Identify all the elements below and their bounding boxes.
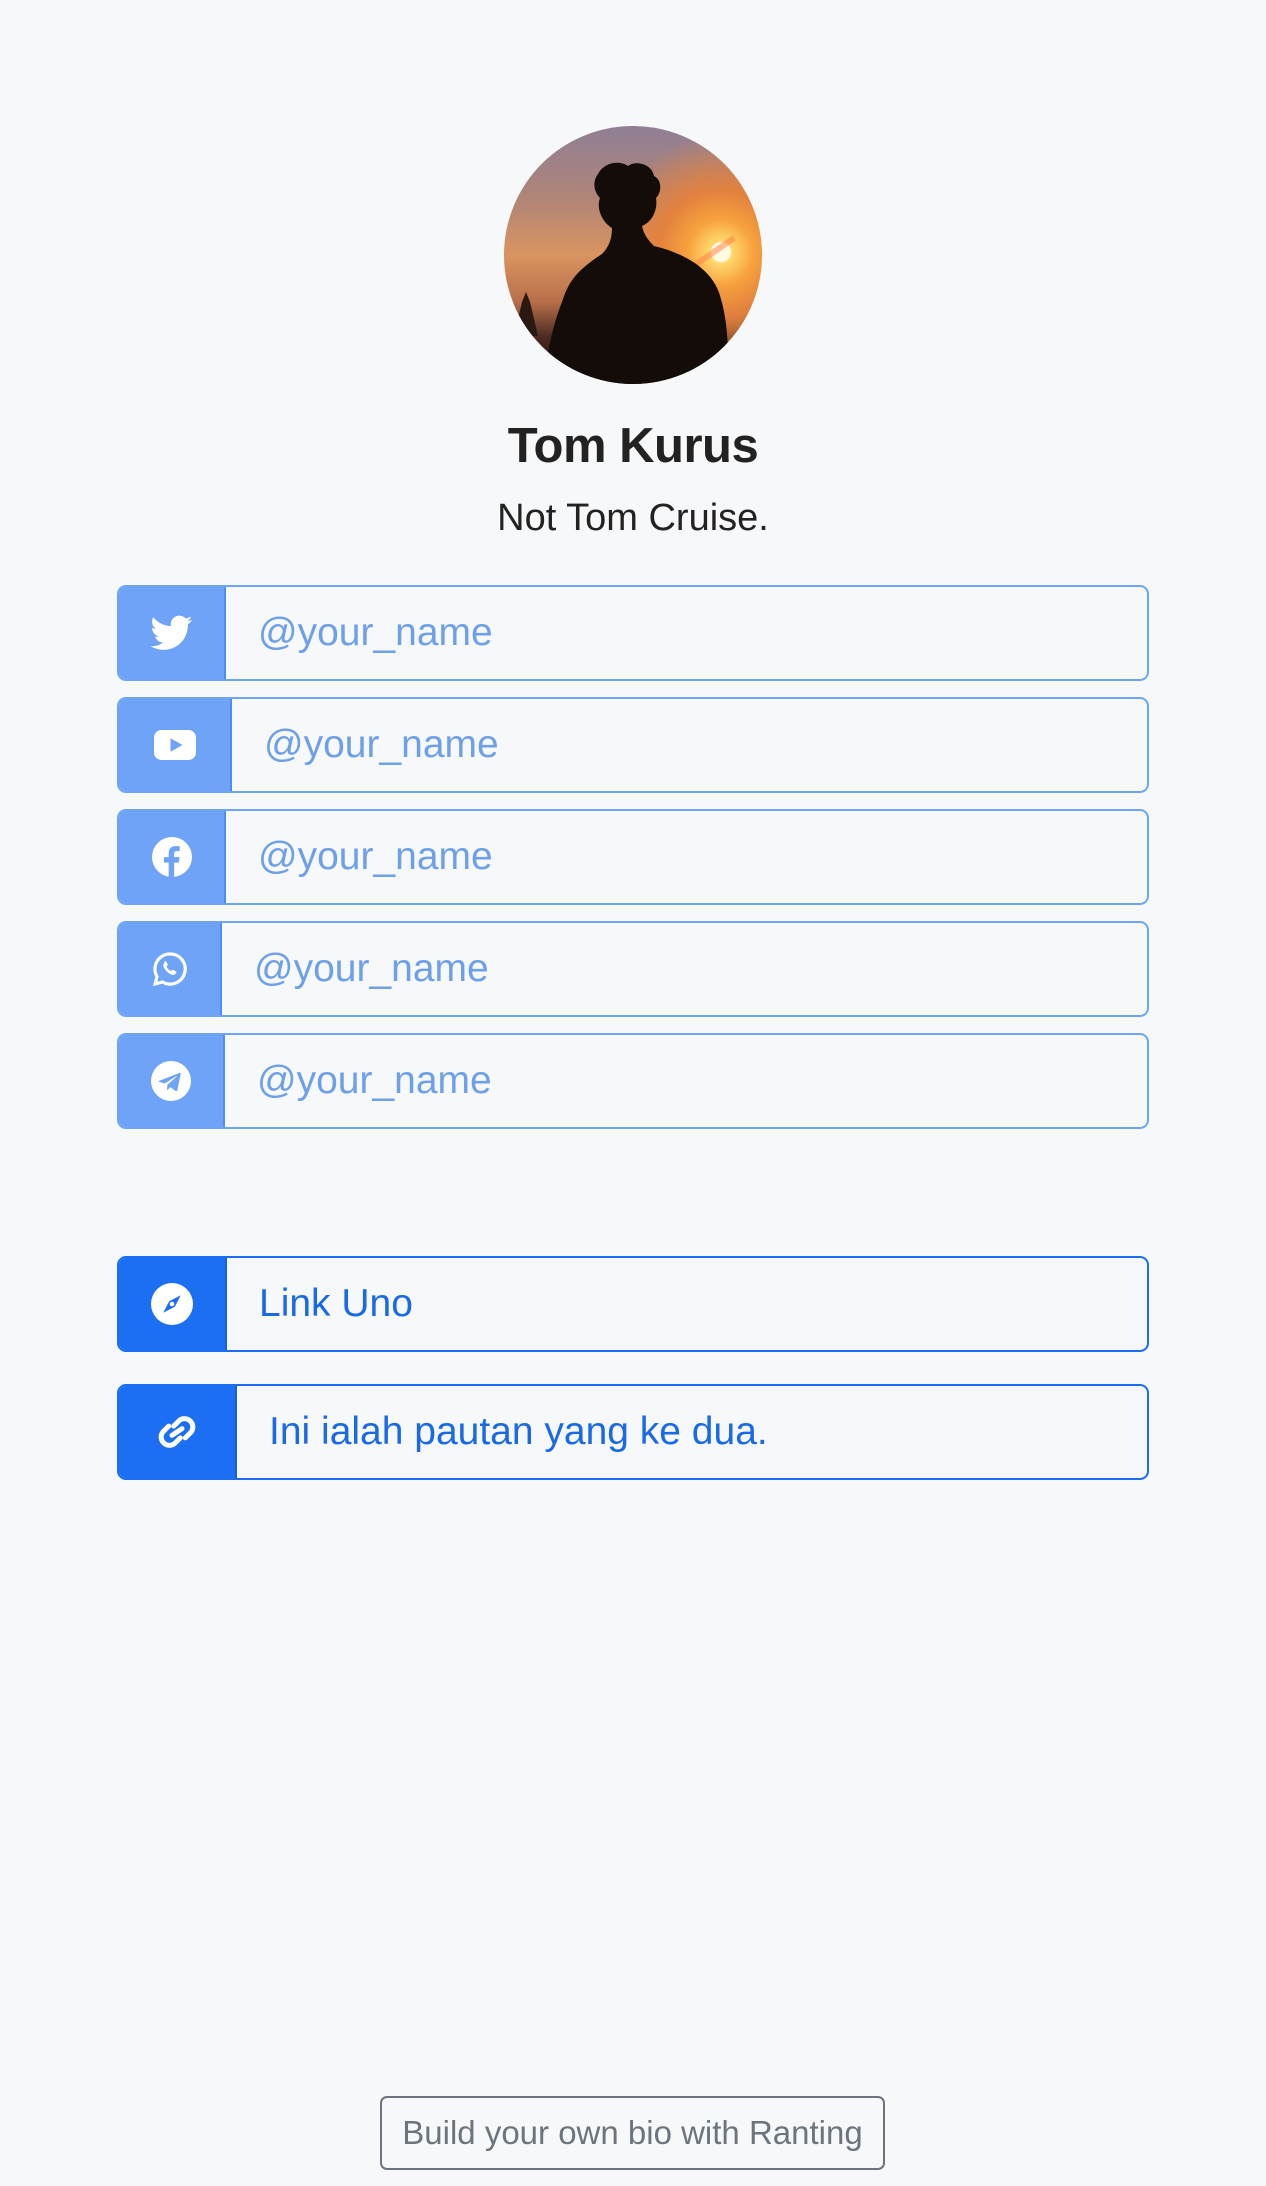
social-link-label: @your_name (258, 835, 493, 878)
social-link-label: @your_name (254, 947, 489, 990)
telegram-icon (151, 1061, 191, 1101)
custom-link-label: Link Uno (259, 1282, 413, 1325)
youtube-icon (153, 730, 196, 760)
whatsapp-icon (152, 952, 187, 987)
profile-name: Tom Kurus (507, 419, 759, 473)
youtube-icon-box (119, 699, 232, 791)
custom-link-second[interactable]: Ini ialah pautan yang ke dua. (117, 1384, 1149, 1480)
telegram-icon-box (119, 1035, 225, 1127)
social-link-label: @your_name (264, 723, 499, 766)
profile-tagline: Not Tom Cruise. (497, 497, 769, 539)
whatsapp-icon-box (119, 923, 222, 1015)
facebook-icon-box (119, 811, 226, 903)
twitter-icon-box (119, 587, 226, 679)
build-your-own-bio-button[interactable]: Build your own bio with Ranting (380, 2096, 885, 2170)
twitter-icon (150, 615, 192, 650)
bio-page: Tom Kurus Not Tom Cruise. @your_name @yo… (0, 0, 1266, 2186)
compass-icon-box (119, 1258, 227, 1350)
social-link-facebook[interactable]: @your_name (117, 809, 1149, 905)
social-link-youtube[interactable]: @your_name (117, 697, 1149, 793)
social-link-label: @your_name (258, 611, 493, 654)
compass-icon (151, 1283, 193, 1325)
social-link-label: @your_name (257, 1059, 492, 1102)
social-link-telegram[interactable]: @your_name (117, 1033, 1149, 1129)
custom-link-uno[interactable]: Link Uno (117, 1256, 1149, 1352)
social-link-whatsapp[interactable]: @your_name (117, 921, 1149, 1017)
custom-link-label: Ini ialah pautan yang ke dua. (269, 1410, 768, 1453)
avatar (504, 126, 762, 384)
facebook-icon (151, 837, 192, 877)
social-link-twitter[interactable]: @your_name (117, 585, 1149, 681)
link-icon (158, 1416, 196, 1448)
link-icon-box (119, 1386, 237, 1478)
